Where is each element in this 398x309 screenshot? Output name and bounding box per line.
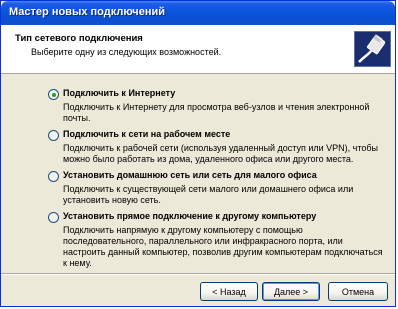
window-title: Мастер новых подключений bbox=[9, 6, 165, 18]
header-title: Тип сетевого подключения bbox=[15, 33, 143, 44]
options-area: Подключить к Интернету Подключить к Инте… bbox=[1, 74, 395, 270]
back-button[interactable]: < Назад bbox=[200, 282, 258, 301]
wizard-header: Тип сетевого подключения Выберите одну и… bbox=[1, 25, 395, 74]
option-description: Подключить к существующей сети малого ил… bbox=[63, 184, 354, 205]
option-description: Подключить к рабочей сети (используя уда… bbox=[63, 143, 378, 164]
radio-workplace[interactable] bbox=[48, 130, 59, 141]
wizard-window: Мастер новых подключений Тип сетевого по… bbox=[0, 0, 396, 307]
network-cable-icon bbox=[354, 31, 391, 67]
radio-internet[interactable] bbox=[48, 89, 59, 100]
option-description: Подключить напрямую к другому компьютеру… bbox=[63, 225, 383, 268]
option-label[interactable]: Подключить к сети на рабочем месте bbox=[63, 129, 230, 139]
next-button[interactable]: Далее > bbox=[262, 282, 320, 301]
cancel-button[interactable]: Отмена bbox=[328, 282, 388, 301]
radio-home-network[interactable] bbox=[48, 171, 59, 182]
title-bar[interactable]: Мастер новых подключений bbox=[1, 1, 395, 25]
radio-direct-connection[interactable] bbox=[48, 212, 59, 223]
header-subtitle: Выберите одну из следующих возможностей. bbox=[31, 47, 222, 57]
option-label[interactable]: Установить домашнюю сеть или сеть для ма… bbox=[63, 170, 317, 180]
option-description: Подключить к Интернету для просмотра веб… bbox=[63, 102, 370, 123]
option-label[interactable]: Установить прямое подключение к другому … bbox=[63, 211, 316, 221]
footer-divider bbox=[1, 273, 395, 275]
option-label[interactable]: Подключить к Интернету bbox=[63, 88, 175, 98]
